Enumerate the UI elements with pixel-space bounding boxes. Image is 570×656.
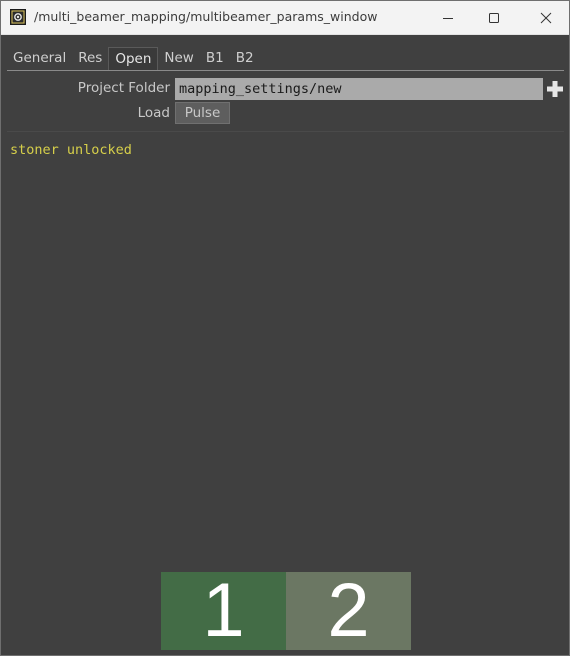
maximize-icon <box>488 12 500 24</box>
tab-general[interactable]: General <box>7 47 72 70</box>
minimize-button[interactable] <box>425 1 471 34</box>
project-folder-label: Project Folder <box>77 80 170 96</box>
close-button[interactable] <box>523 1 569 34</box>
close-icon <box>540 12 552 24</box>
big-button-2[interactable]: 2 <box>286 572 411 650</box>
tab-b2[interactable]: B2 <box>230 47 260 70</box>
load-label: Load <box>137 105 170 121</box>
tab-res[interactable]: Res <box>72 47 108 70</box>
window-title: /multi_beamer_mapping/multibeamer_params… <box>34 9 378 24</box>
pulse-button[interactable]: Pulse <box>175 102 230 124</box>
section-divider <box>7 131 564 132</box>
tab-bar: General Res Open New B1 B2 <box>7 47 260 71</box>
title-bar[interactable]: /multi_beamer_mapping/multibeamer_params… <box>1 1 569 35</box>
maximize-button[interactable] <box>471 1 517 34</box>
tab-open[interactable]: Open <box>108 47 159 70</box>
tab-new[interactable]: New <box>158 47 199 70</box>
project-folder-field[interactable]: mapping_settings/new <box>175 78 543 100</box>
tab-divider <box>7 70 564 71</box>
status-text: stoner unlocked <box>10 142 132 158</box>
minimize-icon <box>442 12 454 24</box>
params-window: /multi_beamer_mapping/multibeamer_params… <box>0 0 570 656</box>
tab-b1[interactable]: B1 <box>200 47 230 70</box>
plus-icon[interactable] <box>546 80 564 98</box>
touchdesigner-icon <box>10 9 26 25</box>
big-button-1[interactable]: 1 <box>161 572 286 650</box>
